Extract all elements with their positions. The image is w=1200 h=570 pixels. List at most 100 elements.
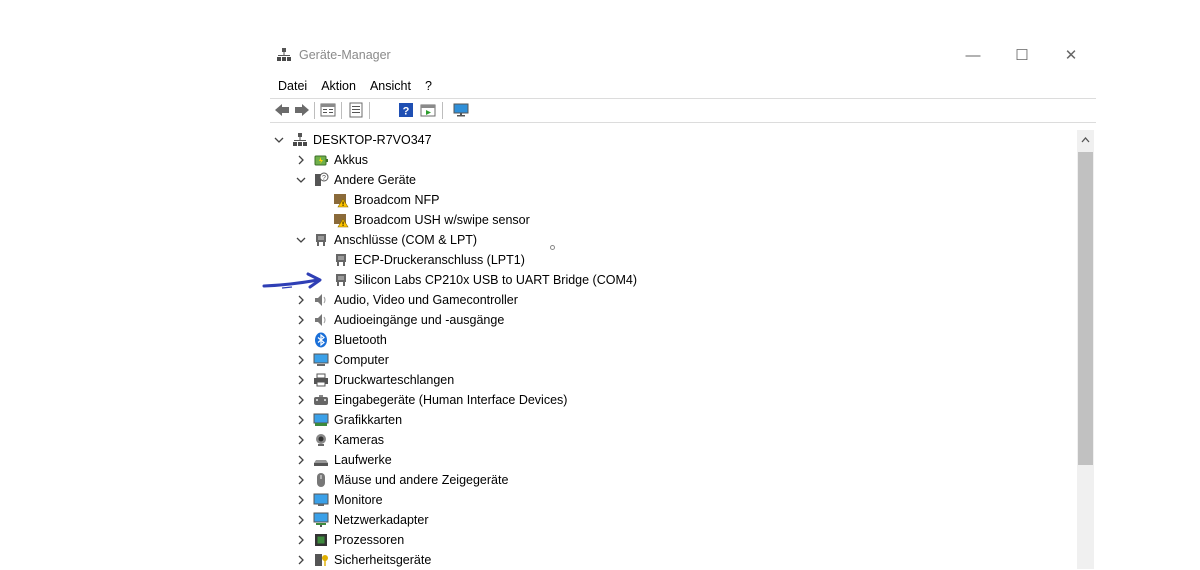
- tree-item-druckwarteschlangen[interactable]: Druckwarteschlangen: [296, 370, 454, 390]
- device-label: Broadcom NFP: [354, 193, 440, 207]
- port-icon: [316, 234, 326, 246]
- device-label: Silicon Labs CP210x USB to UART Bridge (…: [354, 273, 637, 287]
- chevron-right-icon[interactable]: [296, 475, 306, 485]
- device-tree: DESKTOP-R7VO347 Akkus ? Andere Geräte Br…: [270, 130, 1077, 569]
- toolbar-separator: [314, 102, 315, 119]
- scroll-up-button[interactable]: [1077, 133, 1094, 147]
- help-icon[interactable]: ?: [398, 102, 414, 118]
- tree-item-audio-video[interactable]: Audio, Video und Gamecontroller: [296, 290, 518, 310]
- tree-item-netzwerkadapter[interactable]: Netzwerkadapter: [296, 510, 429, 530]
- warning-device-icon: [334, 214, 349, 228]
- minimize-button[interactable]: —: [950, 42, 996, 68]
- tree-item-monitore[interactable]: Monitore: [296, 490, 383, 510]
- window-title: Geräte-Manager: [299, 48, 391, 62]
- tree-item-bluetooth[interactable]: Bluetooth: [296, 330, 387, 350]
- menu-bar: Datei Aktion Ansicht ?: [270, 76, 438, 96]
- device-ecp-lpt1[interactable]: ECP-Druckeranschluss (LPT1): [333, 250, 525, 270]
- chevron-right-icon[interactable]: [296, 535, 306, 545]
- tree-item-akkus[interactable]: Akkus: [296, 150, 368, 170]
- speaker-icon: [315, 314, 326, 326]
- scrollbar-thumb[interactable]: [1078, 152, 1093, 465]
- chevron-right-icon[interactable]: [296, 355, 306, 365]
- tree-item-grafikkarten[interactable]: Grafikkarten: [296, 410, 402, 430]
- tree-item-sicherheitsgeraete[interactable]: Sicherheitsgeräte: [296, 550, 431, 570]
- vertical-scrollbar[interactable]: [1077, 130, 1094, 569]
- tree-item-label: Anschlüsse (COM & LPT): [334, 233, 478, 247]
- tree-item-eingabegeraete[interactable]: Eingabegeräte (Human Interface Devices): [296, 390, 567, 410]
- chevron-right-icon[interactable]: [296, 415, 306, 425]
- chevron-down-icon[interactable]: [296, 175, 306, 185]
- chevron-right-icon[interactable]: [296, 315, 306, 325]
- chevron-right-icon[interactable]: [296, 495, 306, 505]
- printer-icon: [314, 373, 328, 387]
- speaker-icon: [315, 294, 326, 306]
- tree-item-label: Grafikkarten: [334, 413, 403, 427]
- computer-icon: [313, 353, 329, 366]
- mouse-icon: [317, 473, 325, 487]
- monitor-icon[interactable]: [453, 102, 469, 118]
- menu-ansicht[interactable]: Ansicht: [362, 76, 417, 96]
- chevron-right-icon[interactable]: [296, 395, 306, 405]
- chevron-right-icon[interactable]: [296, 335, 306, 345]
- tree-item-label: Prozessoren: [334, 533, 405, 547]
- network-adapter-icon: [313, 512, 329, 527]
- tree-item-label: Audio, Video und Gamecontroller: [334, 293, 518, 307]
- chevron-right-icon[interactable]: [296, 555, 306, 565]
- tree-item-audioeingaenge[interactable]: Audioeingänge und -ausgänge: [296, 310, 504, 330]
- tree-item-laufwerke[interactable]: Laufwerke: [296, 450, 392, 470]
- bluetooth-icon: [315, 332, 327, 348]
- hid-icon: [314, 395, 328, 405]
- tree-item-label: Bluetooth: [334, 333, 387, 347]
- device-broadcom-nfp[interactable]: Broadcom NFP: [333, 190, 439, 210]
- tree-item-anschluesse[interactable]: Anschlüsse (COM & LPT): [296, 230, 477, 250]
- tree-item-maeuse[interactable]: Mäuse und andere Zeigegeräte: [296, 470, 508, 490]
- tree-item-kameras[interactable]: Kameras: [296, 430, 384, 450]
- unknown-device-icon: ?: [315, 172, 329, 186]
- device-label: Broadcom USH w/swipe sensor: [354, 213, 530, 227]
- update-driver-icon[interactable]: [420, 102, 436, 118]
- forward-icon[interactable]: [294, 102, 310, 118]
- menu-aktion[interactable]: Aktion: [313, 76, 362, 96]
- processor-icon: [315, 534, 327, 546]
- chevron-down-icon[interactable]: [296, 235, 306, 245]
- chevron-right-icon[interactable]: [296, 295, 306, 305]
- close-button[interactable]: ✕: [1048, 42, 1094, 68]
- chevron-down-icon[interactable]: [274, 135, 284, 145]
- tree-root[interactable]: DESKTOP-R7VO347: [274, 130, 432, 150]
- device-silicon-labs-cp210x[interactable]: Silicon Labs CP210x USB to UART Bridge (…: [333, 270, 637, 290]
- menu-help[interactable]: ?: [417, 76, 438, 96]
- tree-item-prozessoren[interactable]: Prozessoren: [296, 530, 404, 550]
- tree-item-label: Computer: [334, 353, 389, 367]
- chevron-right-icon[interactable]: [296, 455, 306, 465]
- list-view-icon[interactable]: [348, 102, 364, 118]
- tree-item-label: Sicherheitsgeräte: [334, 553, 432, 567]
- svg-text:?: ?: [403, 106, 410, 118]
- security-device-icon: [315, 554, 328, 566]
- device-manager-icon: [277, 48, 291, 61]
- chevron-right-icon[interactable]: [296, 375, 306, 385]
- title-bar[interactable]: Geräte-Manager — ☐ ✕: [270, 38, 1096, 72]
- device-manager-window: Geräte-Manager — ☐ ✕ Datei Aktion Ansich…: [270, 38, 1096, 569]
- tree-item-label: Andere Geräte: [334, 173, 416, 187]
- menu-datei[interactable]: Datei: [270, 76, 313, 96]
- tree-root-label: DESKTOP-R7VO347: [313, 133, 432, 147]
- computer-root-icon: [293, 133, 307, 146]
- tree-item-label: Audioeingänge und -ausgänge: [334, 313, 505, 327]
- svg-text:?: ?: [322, 175, 326, 182]
- tree-item-computer[interactable]: Computer: [296, 350, 389, 370]
- maximize-button[interactable]: ☐: [999, 42, 1045, 68]
- chevron-right-icon[interactable]: [296, 155, 306, 165]
- toolbar-separator: [369, 102, 370, 119]
- device-label: ECP-Druckeranschluss (LPT1): [354, 253, 525, 267]
- tree-item-label: Laufwerke: [334, 453, 392, 467]
- tree-item-label: Mäuse und andere Zeigegeräte: [334, 473, 509, 487]
- chevron-right-icon[interactable]: [296, 515, 306, 525]
- chevron-right-icon[interactable]: [296, 435, 306, 445]
- back-icon[interactable]: [274, 102, 290, 118]
- tree-item-andere-geraete[interactable]: ? Andere Geräte: [296, 170, 416, 190]
- camera-icon: [316, 434, 326, 446]
- device-broadcom-ush[interactable]: Broadcom USH w/swipe sensor: [333, 210, 530, 230]
- chevron-up-icon: [1081, 137, 1090, 143]
- properties-view-icon[interactable]: [320, 102, 336, 118]
- warning-device-icon: [334, 194, 349, 208]
